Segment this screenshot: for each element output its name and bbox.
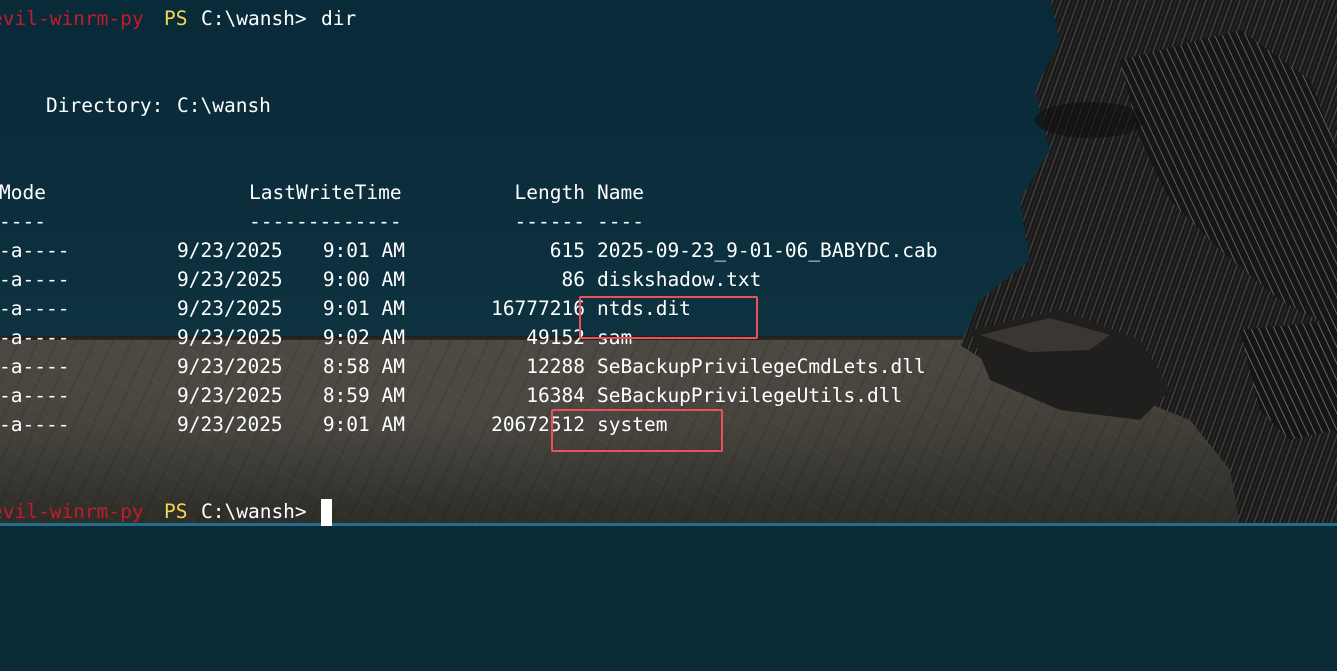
- row-time: 9:02 AM: [322, 326, 405, 349]
- row-time: 8:59 AM: [322, 384, 405, 407]
- row-date: 9/23/2025: [177, 384, 283, 407]
- table-separator: ---- ------------- ------ ----: [0, 207, 644, 236]
- separator-name: ----: [597, 210, 644, 233]
- row-time: 9:01 AM: [322, 413, 405, 436]
- row-length: 16777216: [491, 297, 585, 320]
- row-name: SeBackupPrivilegeCmdLets.dll: [597, 355, 926, 378]
- row-date: 9/23/2025: [177, 413, 283, 436]
- separator-length: ------: [514, 210, 585, 233]
- separator-lastwritetime: -------------: [249, 210, 402, 233]
- header-length: Length: [514, 181, 585, 204]
- row-mode: -a----: [0, 355, 70, 378]
- row-date: 9/23/2025: [177, 326, 283, 349]
- row-mode: -a----: [0, 297, 70, 320]
- prompt-line-active[interactable]: evil-winrm-py PS C:\wansh>: [0, 497, 332, 526]
- table-row: -a---- 9/23/2025 9:00 AM 86 diskshadow.t…: [0, 265, 761, 294]
- table-row: -a---- 9/23/2025 9:01 AM 615 2025-09-23_…: [0, 236, 937, 265]
- row-name: diskshadow.txt: [597, 268, 762, 291]
- directory-path: C:\wansh: [177, 94, 271, 117]
- prompt-name: evil-winrm-py: [0, 500, 144, 523]
- row-name: 2025-09-23_9-01-06_BABYDC.cab: [597, 239, 938, 262]
- row-time: 9:01 AM: [322, 297, 405, 320]
- separator-mode: ----: [0, 210, 46, 233]
- table-row: -a---- 9/23/2025 9:01 AM 16777216 ntds.d…: [0, 294, 691, 323]
- prompt-path: C:\wansh>: [201, 7, 307, 30]
- row-date: 9/23/2025: [177, 355, 283, 378]
- table-row: -a---- 9/23/2025 8:58 AM 12288 SeBackupP…: [0, 352, 926, 381]
- prompt-name: evil-winrm-py: [0, 7, 144, 30]
- row-mode: -a----: [0, 413, 70, 436]
- highlight-box-ntds: [579, 296, 758, 339]
- prompt-line: evil-winrm-py PS C:\wansh> dir: [0, 4, 356, 33]
- row-date: 9/23/2025: [177, 239, 283, 262]
- row-length: 12288: [526, 355, 585, 378]
- row-name: SeBackupPrivilegeUtils.dll: [597, 384, 903, 407]
- table-row: -a---- 9/23/2025 9:01 AM 20672512 system: [0, 410, 667, 439]
- terminal-output: evil-winrm-py PS C:\wansh> dir Directory…: [0, 0, 1337, 526]
- prompt-ps: PS: [164, 7, 188, 30]
- table-header: Mode LastWriteTime Length Name: [0, 178, 644, 207]
- row-length: 86: [561, 268, 585, 291]
- row-mode: -a----: [0, 326, 70, 349]
- header-name: Name: [597, 181, 644, 204]
- row-time: 9:00 AM: [322, 268, 405, 291]
- prompt-path: C:\wansh>: [201, 500, 307, 523]
- row-mode: -a----: [0, 239, 70, 262]
- header-lastwritetime: LastWriteTime: [249, 181, 402, 204]
- row-mode: -a----: [0, 384, 70, 407]
- row-time: 9:01 AM: [322, 239, 405, 262]
- row-date: 9/23/2025: [177, 268, 283, 291]
- row-length: 16384: [526, 384, 585, 407]
- terminal-cursor[interactable]: [315, 497, 332, 526]
- row-length: 49152: [526, 326, 585, 349]
- table-row: -a---- 9/23/2025 8:59 AM 16384 SeBackupP…: [0, 381, 902, 410]
- command-text: dir: [321, 7, 357, 30]
- header-mode: Mode: [0, 181, 46, 204]
- row-mode: -a----: [0, 268, 70, 291]
- row-date: 9/23/2025: [177, 297, 283, 320]
- prompt-ps: PS: [164, 500, 188, 523]
- highlight-box-system: [551, 409, 723, 452]
- directory-label: Directory:: [46, 94, 164, 117]
- table-row: -a---- 9/23/2025 9:02 AM 49152 sam: [0, 323, 632, 352]
- row-time: 8:58 AM: [322, 355, 405, 378]
- row-length: 615: [549, 239, 585, 262]
- directory-line: Directory: C:\wansh: [0, 91, 271, 120]
